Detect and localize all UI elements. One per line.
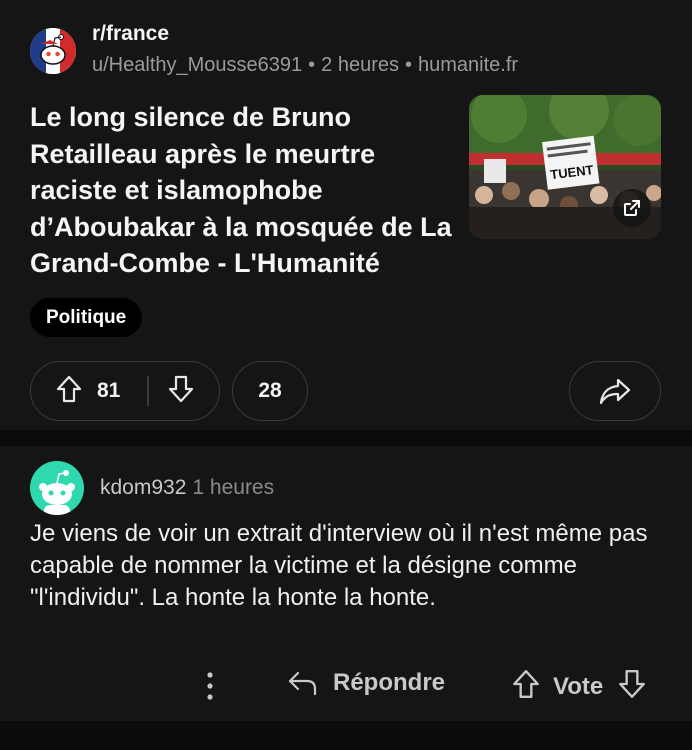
meta-separator: •: [405, 54, 413, 76]
post-score: 81: [97, 379, 121, 402]
upvote-button[interactable]: [55, 374, 83, 409]
upvote-arrow-icon: [513, 670, 539, 698]
subreddit-avatar[interactable]: [30, 28, 76, 74]
comments-button[interactable]: 28: [232, 361, 308, 421]
comment-time: 1 heures: [192, 476, 275, 499]
post-thumbnail[interactable]: TUENT: [469, 95, 661, 239]
comment-vote-control: Vote: [511, 668, 647, 705]
comment-card[interactable]: kdom932 1 heures Je viens de voir un extr…: [0, 446, 692, 721]
vote-divider: [147, 376, 149, 406]
comments-count: 28: [258, 379, 282, 402]
open-external-link-button[interactable]: [613, 189, 651, 227]
post-time: 2 heures: [321, 54, 399, 76]
post-author[interactable]: u/Healthy_Mousse6391: [92, 54, 302, 76]
comment-upvote-button[interactable]: [511, 668, 541, 705]
comment-author: kdom932 1 heures: [100, 476, 274, 500]
downvote-arrow-icon: [619, 670, 646, 698]
subreddit-name[interactable]: r/france: [92, 22, 169, 46]
comment-body: Je viens de voir un extrait d'interview …: [30, 520, 648, 611]
more-vertical-icon: [207, 672, 213, 700]
comment-actions: Répondre Vote: [0, 668, 692, 704]
share-button[interactable]: [569, 361, 661, 421]
comment-downvote-button[interactable]: [617, 668, 647, 705]
post-meta: u/Healthy_Mousse6391 • 2 heures • humanite.f…: [92, 54, 518, 77]
post-title[interactable]: Le long silence de Bruno Retailleau aprè…: [30, 99, 455, 282]
reply-label: Répondre: [333, 669, 446, 696]
vote-control: 81: [30, 361, 220, 421]
downvote-button[interactable]: [167, 374, 195, 409]
external-link-icon: [624, 200, 640, 216]
upvote-arrow-icon: [56, 375, 82, 402]
meta-separator: •: [308, 54, 316, 76]
vote-label: Vote: [553, 672, 604, 700]
post-flair[interactable]: Politique: [30, 298, 143, 337]
post-card[interactable]: r/france u/Healthy_Mousse6391 • 2 heures • h…: [0, 0, 692, 430]
reply-icon: [288, 671, 317, 696]
post-domain[interactable]: humanite.fr: [418, 54, 518, 76]
share-icon: [599, 378, 631, 405]
downvote-arrow-icon: [168, 375, 193, 402]
reply-button[interactable]: Répondre: [287, 668, 445, 698]
comment-avatar[interactable]: [30, 461, 84, 515]
more-options-button[interactable]: [198, 668, 222, 709]
comment-username[interactable]: kdom932: [100, 476, 186, 499]
